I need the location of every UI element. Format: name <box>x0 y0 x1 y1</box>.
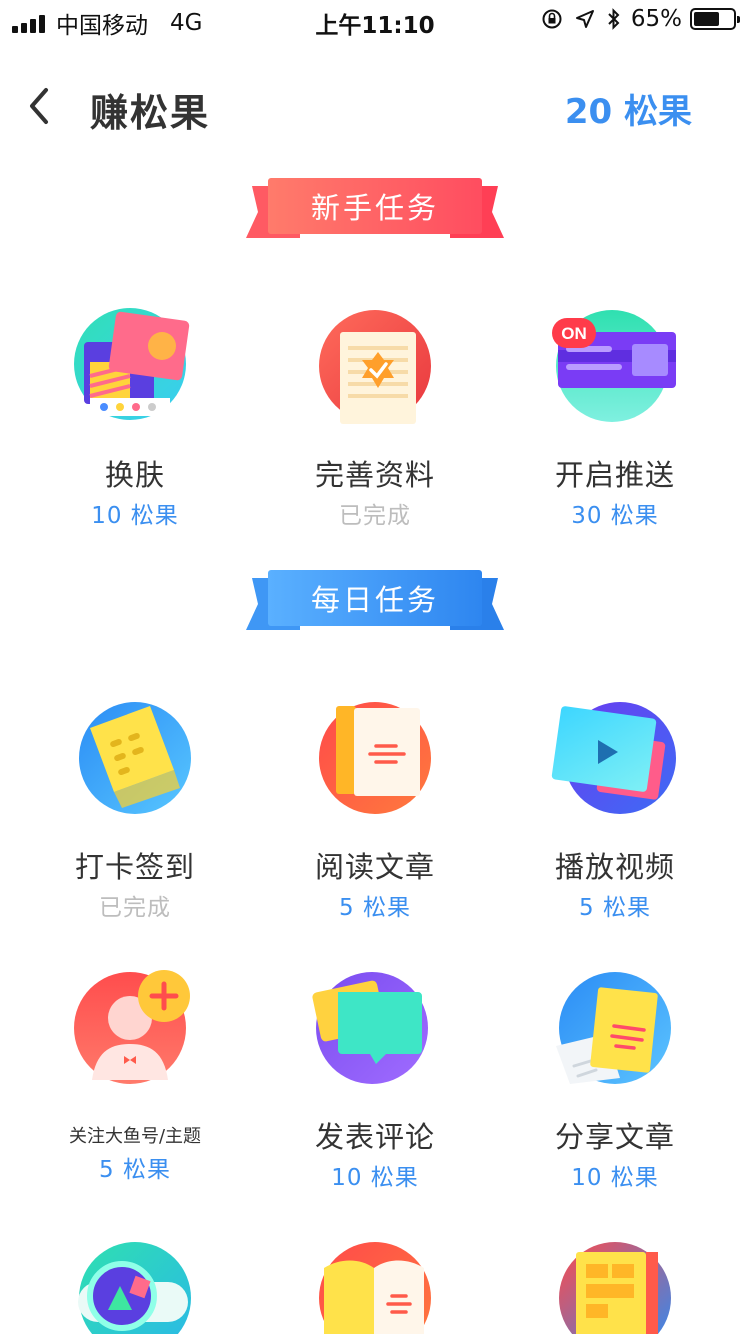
rotation-lock-icon <box>542 9 562 29</box>
task-share-article[interactable]: 分享文章 10 松果 <box>495 968 735 1192</box>
article-icon <box>319 702 431 814</box>
task-skin[interactable]: 换肤 10 松果 <box>15 306 255 530</box>
profile-badge-icon <box>319 310 431 424</box>
points-balance[interactable]: 20 松果 <box>565 84 692 133</box>
task-name: 换肤 <box>104 458 165 492</box>
task-name: 关注大鱼号/主题 <box>68 1126 202 1147</box>
task-reward: 已完成 <box>99 895 171 921</box>
task-reward: 5 松果 <box>579 895 651 921</box>
task-complete-profile[interactable]: 完善资料 已完成 <box>255 306 495 530</box>
news-page-icon <box>559 1242 671 1334</box>
section-ribbon-newbie: 新手任务 <box>246 178 504 242</box>
task-post-comment[interactable]: 发表评论 10 松果 <box>255 968 495 1192</box>
task-name: 播放视频 <box>554 850 675 884</box>
section-ribbon-daily: 每日任务 <box>246 570 504 634</box>
on-badge: ON <box>561 324 587 343</box>
task-name: 开启推送 <box>554 458 675 492</box>
share-article-icon <box>556 972 671 1084</box>
task-news[interactable] <box>495 1238 735 1334</box>
section-title-newbie: 新手任务 <box>268 178 482 234</box>
bluetooth-icon <box>608 8 620 30</box>
nav-bar: 赚松果 20 松果 <box>0 60 750 150</box>
video-play-icon <box>551 702 676 814</box>
task-reward: 30 松果 <box>571 503 659 529</box>
task-enable-push[interactable]: ON 开启推送 30 松果 <box>495 306 735 530</box>
checkin-ticket-icon <box>79 702 191 814</box>
open-book-icon <box>319 1242 431 1334</box>
task-name: 完善资料 <box>314 458 435 492</box>
back-arrow-icon[interactable] <box>22 84 58 128</box>
task-follow[interactable]: 关注大鱼号/主题 5 松果 <box>15 968 255 1184</box>
task-reward: 5 松果 <box>339 895 411 921</box>
location-icon <box>575 10 594 28</box>
task-name: 分享文章 <box>554 1120 675 1154</box>
section-title-daily: 每日任务 <box>268 570 482 626</box>
task-reward: 已完成 <box>339 503 411 529</box>
task-reward: 10 松果 <box>571 1165 659 1191</box>
follow-add-icon <box>74 970 190 1084</box>
task-play-video[interactable]: 播放视频 5 松果 <box>495 698 735 922</box>
explore-search-icon <box>78 1242 191 1334</box>
push-toggle-icon: ON <box>552 310 676 422</box>
task-name: 阅读文章 <box>314 850 435 884</box>
battery-icon <box>690 8 740 30</box>
task-reward: 5 松果 <box>99 1157 171 1183</box>
task-name: 打卡签到 <box>74 850 195 884</box>
task-read-article[interactable]: 阅读文章 5 松果 <box>255 698 495 922</box>
skin-icon <box>74 308 190 420</box>
task-reward: 10 松果 <box>91 503 179 529</box>
status-bar: 中国移动 4G 上午11:10 65% <box>0 0 750 40</box>
comment-icon <box>312 972 428 1084</box>
page-title: 赚松果 <box>90 91 211 135</box>
task-read-book[interactable] <box>255 1238 495 1334</box>
task-explore[interactable] <box>15 1238 255 1334</box>
task-checkin[interactable]: 打卡签到 已完成 <box>15 698 255 922</box>
task-reward: 10 松果 <box>331 1165 419 1191</box>
task-name: 发表评论 <box>314 1120 435 1154</box>
battery-percent: 65% <box>630 6 682 32</box>
